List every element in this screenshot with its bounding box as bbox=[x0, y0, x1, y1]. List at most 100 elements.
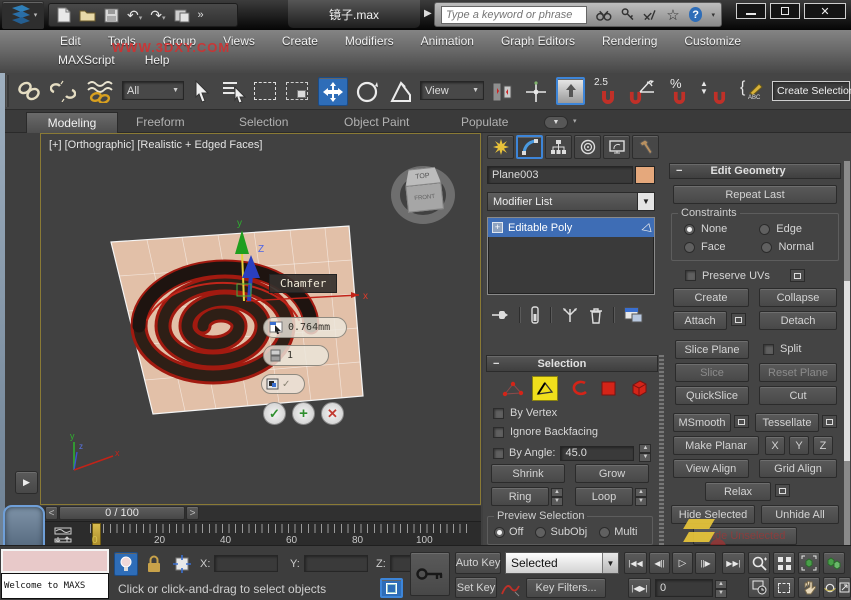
go-to-start-button[interactable]: |◀◀ bbox=[624, 552, 647, 574]
shrink-button[interactable]: Shrink bbox=[491, 464, 565, 483]
tab-selection[interactable]: Selection bbox=[239, 115, 288, 129]
caddy-amount-control[interactable]: 0.764mm bbox=[263, 317, 347, 338]
mini-listener-pink[interactable] bbox=[1, 549, 109, 573]
vertex-subobject-button[interactable] bbox=[502, 381, 524, 397]
window-crossing-toggle-icon[interactable] bbox=[286, 82, 308, 100]
unlink-selection-icon[interactable] bbox=[50, 80, 76, 102]
undo-icon[interactable]: ↶▾ bbox=[127, 7, 142, 24]
collapse-button[interactable]: Collapse bbox=[759, 288, 837, 307]
loop-button[interactable]: Loop bbox=[575, 487, 633, 506]
expand-plus-icon[interactable]: + bbox=[492, 222, 503, 233]
viewport-label[interactable]: [+] [Orthographic] [Realistic + Edged Fa… bbox=[49, 139, 262, 151]
communication-center-icon[interactable] bbox=[643, 8, 657, 22]
polygon-subobject-button[interactable] bbox=[600, 380, 617, 397]
maximize-viewport-toggle-button[interactable] bbox=[838, 577, 851, 598]
attach-button[interactable]: Attach bbox=[673, 311, 727, 330]
mini-listener-white[interactable]: Welcome to MAXS bbox=[1, 573, 109, 599]
spinner-snap-toggle-button[interactable]: ▲▼ bbox=[700, 79, 730, 105]
ring-spinner[interactable]: ▲▼ bbox=[551, 488, 563, 506]
play-button[interactable]: ▷ bbox=[672, 552, 693, 574]
zoom-all-button[interactable] bbox=[773, 552, 795, 574]
reference-coordinate-dropdown[interactable]: View ▼ bbox=[420, 81, 484, 100]
close-button[interactable]: ✕ bbox=[804, 3, 846, 19]
time-configuration-button[interactable] bbox=[748, 577, 770, 598]
caddy-cancel-button[interactable]: ✕ bbox=[321, 402, 344, 425]
tab-freeform[interactable]: Freeform bbox=[136, 115, 185, 129]
select-by-name-icon[interactable] bbox=[222, 80, 248, 103]
make-planar-x-button[interactable]: X bbox=[765, 436, 785, 455]
by-angle-checkbox[interactable] bbox=[493, 448, 504, 459]
modify-tab[interactable] bbox=[516, 135, 543, 159]
by-vertex-checkbox[interactable] bbox=[493, 408, 504, 419]
make-planar-z-button[interactable]: Z bbox=[813, 436, 833, 455]
edit-geometry-rollout-header[interactable]: − Edit Geometry bbox=[669, 163, 841, 179]
object-color-swatch[interactable] bbox=[635, 166, 655, 184]
by-angle-input[interactable] bbox=[560, 446, 634, 461]
next-frame-button[interactable]: ||▶ bbox=[695, 552, 716, 574]
ring-button[interactable]: Ring bbox=[491, 487, 549, 506]
dropdown-arrow-button[interactable]: ▼ bbox=[637, 193, 654, 210]
select-and-move-button[interactable] bbox=[318, 77, 348, 106]
auto-key-button[interactable]: Auto Key bbox=[455, 552, 501, 574]
by-angle-spinner[interactable]: ▲▼ bbox=[639, 444, 651, 462]
make-planar-button[interactable]: Make Planar bbox=[673, 436, 759, 455]
scrollbar-thumb[interactable] bbox=[844, 281, 850, 461]
menu-edit[interactable]: Edit bbox=[60, 34, 81, 48]
tab-populate[interactable]: Populate bbox=[461, 115, 508, 129]
selection-filter-dropdown[interactable]: All ▼ bbox=[122, 81, 184, 100]
edit-named-selection-sets-button[interactable]: { ABC bbox=[740, 79, 766, 105]
left-column-scrollbar[interactable] bbox=[659, 355, 664, 545]
previous-frame-track-button[interactable]: < bbox=[45, 506, 58, 520]
view-align-button[interactable]: View Align bbox=[673, 459, 749, 478]
tessellate-button[interactable]: Tessellate bbox=[755, 413, 819, 432]
element-subobject-button[interactable] bbox=[628, 379, 648, 398]
hide-unselected-button[interactable]: Hide Unselected bbox=[693, 527, 797, 545]
expand-left-panel-button[interactable]: ▶ bbox=[15, 471, 38, 494]
slice-button[interactable]: Slice bbox=[675, 363, 749, 382]
mirror-icon[interactable] bbox=[490, 80, 514, 104]
ribbon-flyout-arrow-icon[interactable]: ▾ bbox=[573, 117, 577, 125]
search-binoculars-icon[interactable] bbox=[596, 8, 612, 22]
zoom-region-button[interactable] bbox=[773, 577, 795, 598]
minimize-button[interactable] bbox=[736, 3, 766, 19]
help-flyout-arrow-icon[interactable]: ▾ bbox=[711, 11, 715, 19]
relax-button[interactable]: Relax bbox=[705, 482, 771, 501]
redo-icon[interactable]: ↷▾ bbox=[150, 7, 165, 24]
slice-plane-button[interactable]: Slice Plane bbox=[675, 340, 749, 359]
set-key-button[interactable]: Set Key bbox=[455, 577, 497, 598]
go-to-end-button[interactable]: ▶▶| bbox=[722, 552, 745, 574]
menu-graph-editors[interactable]: Graph Editors bbox=[501, 34, 575, 48]
caddy-apply-button[interactable]: + bbox=[292, 402, 315, 425]
constraint-edge-radio[interactable] bbox=[759, 224, 770, 235]
create-tab[interactable] bbox=[487, 135, 514, 159]
open-file-icon[interactable] bbox=[79, 8, 96, 22]
current-frame-field[interactable] bbox=[655, 579, 713, 597]
selection-lock-toggle[interactable] bbox=[146, 555, 162, 573]
open-mini-curve-editor-button[interactable] bbox=[54, 527, 73, 543]
rectangular-selection-region-icon[interactable] bbox=[254, 82, 276, 100]
menu-customize[interactable]: Customize bbox=[684, 34, 741, 48]
zoom-extents-button[interactable] bbox=[798, 552, 820, 574]
object-name-field[interactable]: Plane003 bbox=[487, 166, 633, 184]
detach-button[interactable]: Detach bbox=[759, 311, 837, 330]
ribbon-minimize-button[interactable]: ▼ bbox=[544, 116, 568, 129]
preview-subobj-radio[interactable] bbox=[535, 527, 546, 538]
adaptive-degradation-toggle[interactable] bbox=[380, 578, 403, 598]
make-planar-y-button[interactable]: Y bbox=[789, 436, 809, 455]
previous-frame-button[interactable]: ◀|| bbox=[649, 552, 670, 574]
make-unique-button[interactable] bbox=[561, 307, 579, 323]
constraint-face-radio[interactable] bbox=[684, 242, 695, 253]
viewport[interactable]: y z x x y Z [+] [Orthographic] [Realisti… bbox=[40, 133, 481, 505]
bind-to-space-warp-icon[interactable] bbox=[86, 79, 114, 103]
title-flyout-arrow-icon[interactable]: ▶ bbox=[424, 8, 432, 19]
menu-rendering[interactable]: Rendering bbox=[602, 34, 657, 48]
select-and-manipulate-button[interactable] bbox=[556, 77, 585, 105]
display-tab[interactable] bbox=[603, 135, 630, 159]
select-and-rotate-icon[interactable] bbox=[354, 79, 380, 105]
constraint-none-radio[interactable] bbox=[684, 224, 695, 235]
orbit-button[interactable] bbox=[823, 577, 837, 598]
menu-animation[interactable]: Animation bbox=[421, 34, 474, 48]
viewcube-cube[interactable]: TOP FRONT bbox=[404, 166, 445, 216]
time-slider-bar[interactable]: 0 20 40 60 80 100 bbox=[40, 521, 481, 547]
named-selection-set-combo[interactable]: Create Selection bbox=[772, 81, 850, 101]
